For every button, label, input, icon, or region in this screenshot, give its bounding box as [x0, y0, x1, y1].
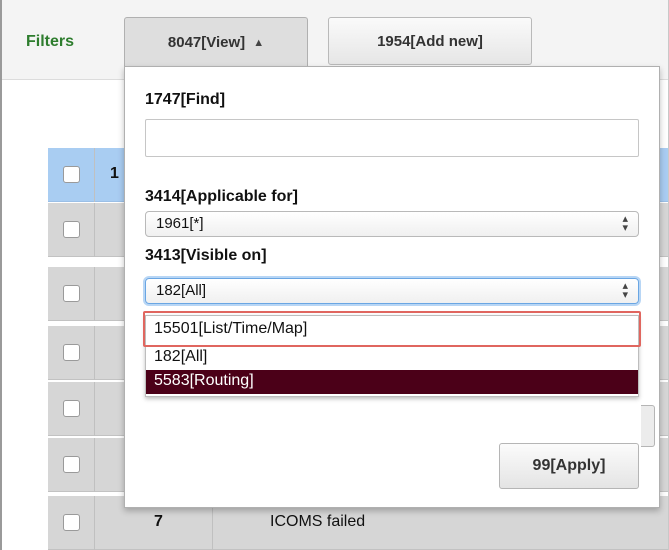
column-divider — [94, 326, 95, 380]
option-list-time-map[interactable]: 15501[List/Time/Map] — [146, 318, 638, 342]
column-divider — [94, 203, 95, 257]
row-checkbox[interactable] — [63, 285, 80, 302]
applicable-for-label: 3414[Applicable for] — [145, 188, 298, 205]
find-input[interactable] — [145, 119, 639, 157]
row-checkbox[interactable] — [63, 456, 80, 473]
column-divider — [94, 496, 95, 550]
row-checkbox[interactable] — [63, 514, 80, 531]
row-checkbox[interactable] — [63, 166, 80, 183]
applicable-for-value: 1961[*] — [156, 215, 204, 232]
add-new-button[interactable]: 1954[Add new] — [328, 17, 532, 65]
visible-on-select[interactable]: 182[All] ▴ ▾ — [145, 278, 639, 304]
row-checkbox[interactable] — [63, 400, 80, 417]
visible-on-value: 182[All] — [156, 282, 207, 299]
column-divider — [94, 382, 95, 436]
column-divider — [94, 148, 95, 202]
filters-label: Filters — [26, 33, 75, 50]
option-routing[interactable]: 5583[Routing] — [146, 370, 638, 394]
view-button-label: 8047[View] — [167, 34, 246, 51]
row-checkbox[interactable] — [63, 221, 80, 238]
column-divider — [94, 267, 95, 321]
view-button[interactable]: 8047[View] ▲ — [124, 17, 308, 67]
visible-on-label: 3413[Visible on] — [145, 247, 267, 264]
row-number: 1 — [110, 165, 119, 182]
partial-button — [641, 405, 655, 447]
select-arrows-icon: ▴ ▾ — [622, 280, 628, 301]
visible-on-options-list: 15501[List/Time/Map] 182[All] 5583[Routi… — [145, 315, 639, 397]
row-text: ICOMS failed — [270, 513, 366, 530]
apply-button[interactable]: 99[Apply] — [499, 443, 639, 489]
select-arrows-icon: ▴ ▾ — [622, 213, 628, 234]
view-dropdown-panel: 1747[Find] 3414[Applicable for] 1961[*] … — [124, 66, 660, 508]
row-checkbox[interactable] — [63, 344, 80, 361]
caret-up-icon: ▲ — [253, 36, 265, 49]
applicable-for-select[interactable]: 1961[*] ▴ ▾ — [145, 211, 639, 237]
option-all[interactable]: 182[All] — [146, 346, 638, 370]
column-divider — [94, 438, 95, 492]
find-label: 1747[Find] — [145, 91, 226, 108]
row-number: 7 — [154, 513, 163, 530]
